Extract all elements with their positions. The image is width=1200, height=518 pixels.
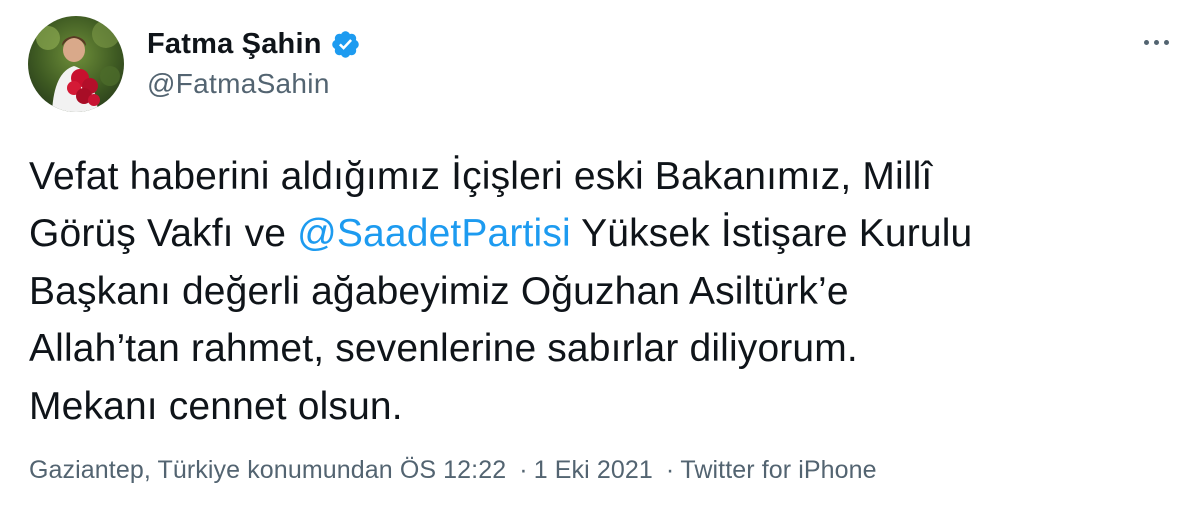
meta-separator: · [665, 456, 675, 484]
more-dot [1143, 39, 1149, 45]
tweet-date[interactable]: 1 Eki 2021 [534, 456, 653, 484]
tweet-meta: Gaziantep, Türkiye konumundan ÖS 12:22 ·… [29, 456, 877, 485]
tweet-line: Mekanı cennet olsun. [29, 384, 403, 428]
tweet-line: Görüş Vakfı ve @SaadetPartisi Yüksek İst… [29, 205, 1159, 262]
location-text: Gaziantep, Türkiye konumundan [29, 456, 393, 484]
avatar[interactable] [28, 16, 124, 112]
more-options-icon[interactable] [1136, 30, 1176, 54]
author-handle[interactable]: @FatmaSahin [147, 68, 330, 100]
more-dot [1153, 39, 1159, 45]
verified-badge-icon [330, 29, 361, 60]
tweet-text: Vefat haberini aldığımız İçişleri eski B… [29, 148, 1159, 435]
tweet-line: Başkanı değerli ağabeyimiz Oğuzhan Asilt… [29, 269, 849, 313]
tweet-line: Allah’tan rahmet, sevenlerine sabırlar d… [29, 327, 858, 371]
tweet-card: Fatma Şahin @FatmaSahin Vefat haberini a… [0, 0, 1200, 518]
tweet-text-segment: Görüş Vakfı ve [29, 212, 298, 256]
more-dot [1163, 39, 1169, 45]
author-row: Fatma Şahin [147, 24, 361, 64]
tweet-line: Vefat haberini aldığımız İçişleri eski B… [29, 155, 933, 198]
tweet-time[interactable]: ÖS 12:22 [400, 456, 506, 484]
meta-separator: · [519, 456, 528, 484]
profile-photo-icon [28, 16, 124, 112]
tweet-source[interactable]: Twitter for iPhone [680, 456, 876, 484]
tweet-text-segment: Yüksek İstişare Kurulu [570, 212, 973, 256]
mention-link[interactable]: @SaadetPartisi [297, 212, 571, 255]
display-name[interactable]: Fatma Şahin [147, 28, 322, 61]
